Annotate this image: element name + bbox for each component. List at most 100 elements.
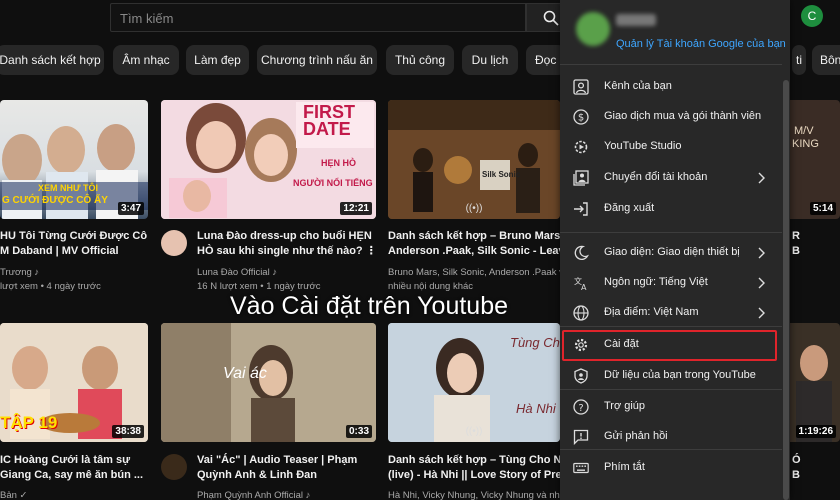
search-input[interactable]: Tìm kiếm [110, 3, 526, 32]
moon-icon [574, 245, 589, 260]
menu-item-label: Dữ liệu của bạn trong YouTube [604, 369, 756, 381]
channel-name[interactable]: Phạm Quỳnh Anh Official ♪ [197, 489, 377, 500]
thumbnail-art [388, 100, 560, 219]
channel-name[interactable]: Hà Nhi, Vicky Nhung, Vicky Nhung và nhiề… [388, 489, 560, 500]
menu-item-studio[interactable]: YouTube Studio [560, 132, 782, 162]
help-icon: ? [573, 399, 589, 415]
svg-text:$: $ [578, 113, 584, 124]
sign-out-icon [574, 202, 588, 216]
menu-item-feedback[interactable]: Gửi phản hồi [560, 422, 782, 452]
channel-name[interactable]: Trương ♪ [0, 266, 150, 279]
thumb-text: XEM NHƯ TÔI [38, 183, 98, 193]
video-title[interactable]: Danh sách kết hợp – Tùng Cho Nhau [388, 453, 560, 468]
duration-badge: 0:33 [345, 425, 372, 438]
menu-item-location[interactable]: Địa điểm: Việt Nam [560, 298, 782, 328]
menu-item-label: Giao diện: Giao diện thiết bị [604, 246, 740, 258]
video-thumbnail[interactable]: TẬP 19 38:38 [0, 323, 148, 442]
divider [560, 449, 782, 450]
video-title[interactable]: B [792, 468, 840, 483]
video-title[interactable]: HU Tôi Từng Cưới Được Cô [0, 229, 150, 244]
thumb-text: M/V [794, 125, 814, 137]
chevron-right-icon [758, 172, 765, 184]
channel-avatar[interactable] [161, 230, 187, 256]
menu-item-label: Giao dịch mua và gói thành viên [604, 110, 762, 122]
duration-badge: 5:14 [809, 202, 836, 215]
chip-cooking[interactable]: Chương trình nấu ăn [257, 45, 377, 75]
chip-music[interactable]: Âm nhạc [113, 45, 179, 75]
menu-item-your-data[interactable]: Dữ liệu của bạn trong YouTube [560, 361, 782, 391]
live-indicator: ((•)) [465, 426, 483, 437]
globe-icon [573, 305, 589, 321]
divider [560, 232, 782, 233]
thumb-text: Silk Sonic [482, 170, 521, 179]
menu-item-label: Chuyển đổi tài khoản [604, 171, 708, 183]
thumb-text: KING [792, 138, 819, 150]
search-icon [543, 10, 559, 26]
thumb-text: Tùng Cho Nh [510, 335, 560, 350]
video-title[interactable]: M Daband | MV Official [0, 244, 150, 259]
channel-avatar[interactable] [161, 454, 187, 480]
avatar[interactable]: C [801, 5, 823, 27]
channel-name[interactable]: Luna Đào Official ♪ [197, 266, 377, 279]
video-title[interactable]: B [792, 244, 840, 259]
account-avatar [576, 12, 610, 46]
menu-item-language[interactable]: 文A Ngôn ngữ: Tiếng Việt [560, 268, 782, 298]
menu-item-your-channel[interactable]: Kênh của bạn [560, 72, 782, 102]
video-title[interactable]: Danh sách kết hợp – Bruno Mars, [388, 229, 560, 244]
thumb-text: Vai ác [223, 365, 267, 382]
svg-text:?: ? [578, 403, 583, 414]
menu-item-sign-out[interactable]: Đăng xuất [560, 194, 782, 224]
video-thumbnail[interactable]: Silk Sonic ((•)) [388, 100, 560, 219]
account-name-blurred [616, 14, 656, 26]
chevron-right-icon [758, 247, 765, 259]
dollar-circle-icon: $ [573, 109, 589, 125]
video-thumbnail[interactable]: Tùng Cho Nh Hà Nhi ((•)) [388, 323, 560, 442]
account-menu: Quản lý Tài khoản Google của bạn Kênh củ… [560, 0, 790, 500]
menu-item-label: Ngôn ngữ: Tiếng Việt [604, 276, 708, 288]
video-title[interactable]: Ó [792, 453, 840, 468]
thumb-text: FIRST DATE [303, 102, 355, 139]
video-title[interactable]: R [792, 229, 840, 244]
menu-item-label: Phím tắt [604, 461, 645, 473]
chip-partial[interactable]: ti [792, 45, 806, 75]
duration-badge: 12:21 [340, 202, 372, 215]
translate-icon: 文A [574, 276, 587, 291]
chip-beauty[interactable]: Làm đẹp [186, 45, 249, 75]
account-box-icon [573, 79, 589, 95]
video-title[interactable]: Luna Đào dress-up cho buổi HẸN [197, 229, 377, 244]
video-title[interactable]: Quỳnh Anh & Linh Đan [197, 468, 377, 483]
chip-bongda[interactable]: Bôn [812, 45, 840, 75]
menu-item-appearance[interactable]: Giao diện: Giao diện thiết bị [560, 238, 782, 268]
menu-item-purchases[interactable]: $ Giao dịch mua và gói thành viên [560, 102, 782, 132]
channel-name[interactable]: Bruno Mars, Silk Sonic, Anderson .Paak v… [388, 266, 560, 279]
chip-mix[interactable]: Danh sách kết hợp [0, 45, 104, 75]
switch-account-icon [573, 170, 589, 186]
duration-badge: 38:38 [112, 425, 144, 438]
video-title[interactable]: (live) - Hà Nhi || Love Story of Pretty [388, 468, 560, 483]
manage-account-link[interactable]: Quản lý Tài khoản Google của bạn [616, 38, 786, 50]
video-title[interactable]: Anderson .Paak, Silk Sonic - Leave th [388, 244, 560, 259]
menu-item-switch-account[interactable]: Chuyển đổi tài khoản [560, 163, 782, 193]
video-thumbnail[interactable]: FIRST DATE NGƯỜI NỔI TIẾNG HẸN HÒ 12:21 [161, 100, 376, 219]
studio-gear-icon [574, 140, 588, 154]
menu-item-help[interactable]: ? Trợ giúp [560, 392, 782, 422]
chip-travel[interactable]: Du lịch [462, 45, 518, 75]
video-thumbnail[interactable]: Vai ác 0:33 [161, 323, 376, 442]
chip-crafts[interactable]: Thủ công [386, 45, 454, 75]
menu-item-shortcuts[interactable]: Phím tắt [560, 453, 782, 483]
video-title[interactable]: HÒ sau khi single như thế nào? ⋮ [197, 244, 377, 259]
video-title[interactable]: Giang Ca, say mê ăn bún ... [0, 468, 150, 483]
channel-name[interactable]: Bản ✓ [0, 489, 150, 500]
menu-item-label: Trợ giúp [604, 400, 646, 412]
menu-item-label: YouTube Studio [604, 140, 682, 152]
keyboard-icon [573, 462, 589, 474]
video-title[interactable]: Vai "Ác" | Audio Teaser | Phạm [197, 453, 377, 468]
svg-text:A: A [581, 283, 587, 291]
video-title[interactable]: IC Hoàng Cưới là tâm sự [0, 453, 150, 468]
video-thumbnail[interactable]: XEM NHƯ TÔI G CƯỚI ĐƯỢC CÔ ẤY 3:47 [0, 100, 148, 219]
video-stats: lượt xem • 4 ngày trước [0, 281, 101, 292]
feedback-icon [573, 429, 589, 445]
thumb-text: TẬP 19 [0, 413, 58, 432]
duration-badge: 1:19:26 [795, 425, 836, 438]
menu-scrollbar[interactable] [783, 80, 789, 500]
